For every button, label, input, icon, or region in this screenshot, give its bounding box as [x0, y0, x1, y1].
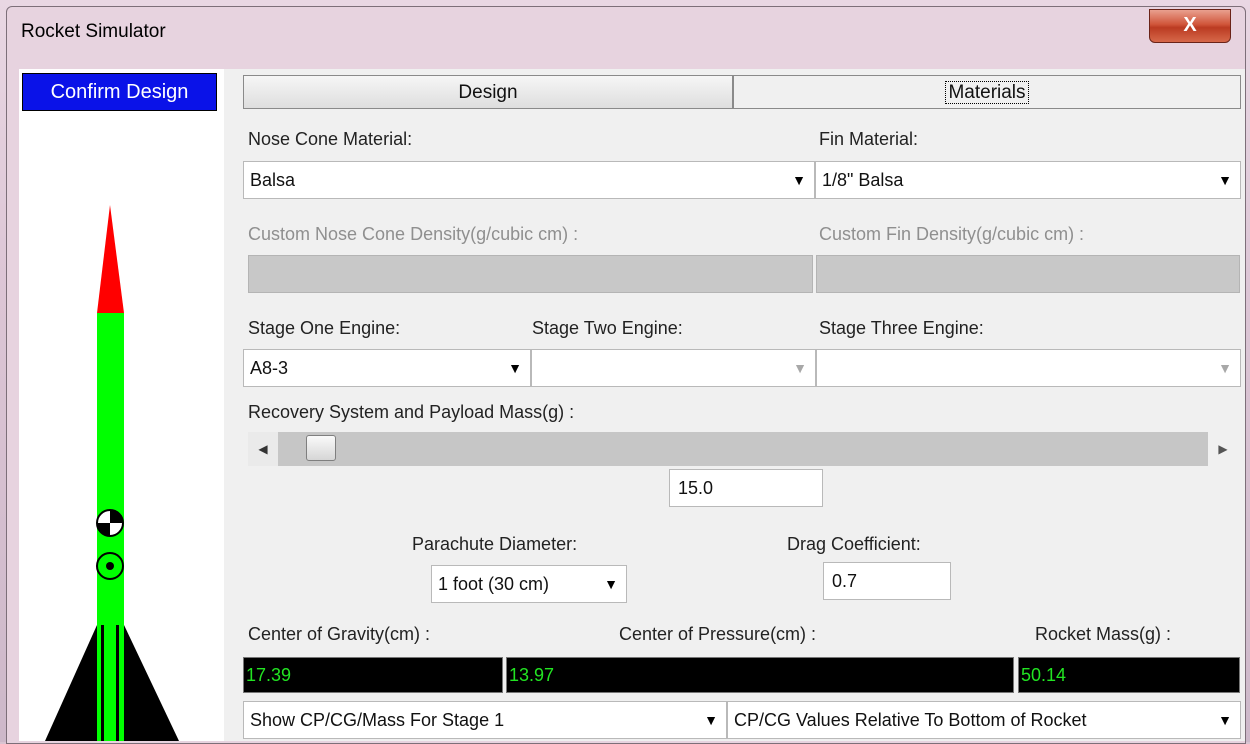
- close-button[interactable]: X: [1149, 9, 1231, 43]
- reference-point-value: CP/CG Values Relative To Bottom of Rocke…: [734, 710, 1087, 730]
- custom-fin-density-field[interactable]: [816, 255, 1240, 293]
- fin-material-label: Fin Material:: [819, 129, 919, 149]
- nose-cone-material-label: Nose Cone Material:: [248, 129, 413, 149]
- stage-two-engine-select[interactable]: ▼: [531, 349, 816, 387]
- fin-center-line-right: [116, 625, 119, 741]
- custom-nose-density-label: Custom Nose Cone Density(g/cubic cm) :: [248, 224, 579, 244]
- stage-display-value: Show CP/CG/Mass For Stage 1: [250, 710, 505, 730]
- window-client-area: Confirm Design Design Materials Nose Con…: [19, 69, 1245, 741]
- fin-right: [124, 625, 179, 741]
- stage-one-engine-value: A8-3: [250, 358, 289, 378]
- scroll-left-icon[interactable]: ◀: [248, 432, 278, 466]
- parachute-diameter-value: 1 foot (30 cm): [438, 574, 550, 594]
- chevron-down-icon: ▼: [1218, 172, 1232, 188]
- chevron-down-icon: ▼: [604, 576, 618, 592]
- custom-fin-density-label: Custom Fin Density(g/cubic cm) :: [819, 224, 1085, 244]
- stage-one-engine-label: Stage One Engine:: [248, 318, 401, 338]
- stage-three-engine-label: Stage Three Engine:: [819, 318, 984, 338]
- center-of-gravity-output: 17.39: [243, 657, 503, 693]
- nose-cone-material-select[interactable]: Balsa ▼: [243, 161, 815, 199]
- scroll-right-icon[interactable]: ▶: [1208, 432, 1238, 466]
- rocket-mass-label: Rocket Mass(g) :: [1035, 624, 1172, 644]
- parachute-diameter-label: Parachute Diameter:: [412, 534, 578, 554]
- parachute-diameter-select[interactable]: 1 foot (30 cm) ▼: [431, 565, 627, 603]
- center-of-pressure-label: Center of Pressure(cm) :: [619, 624, 817, 644]
- title-bar[interactable]: Rocket Simulator X: [7, 7, 1245, 63]
- rocket-preview-panel: Confirm Design: [19, 69, 224, 741]
- drag-coefficient-field[interactable]: 0.7: [823, 562, 951, 600]
- chevron-down-icon: ▼: [793, 360, 807, 376]
- fin-center-line-left: [101, 625, 104, 741]
- recovery-mass-slider[interactable]: ◀ ▶: [248, 432, 1238, 466]
- confirm-design-button[interactable]: Confirm Design: [22, 73, 217, 111]
- nose-cone-material-value: Balsa: [250, 170, 296, 190]
- center-of-gravity-label: Center of Gravity(cm) :: [248, 624, 431, 644]
- stage-three-engine-select[interactable]: ▼: [816, 349, 1241, 387]
- stage-one-engine-select[interactable]: A8-3 ▼: [243, 349, 531, 387]
- chevron-down-icon: ▼: [1218, 360, 1232, 376]
- stage-display-select[interactable]: Show CP/CG/Mass For Stage 1 ▼: [243, 701, 727, 739]
- stage-two-engine-label: Stage Two Engine:: [532, 318, 683, 338]
- center-of-pressure-output: 13.97: [506, 657, 1014, 693]
- chevron-down-icon: ▼: [704, 712, 718, 728]
- rocket-simulator-window: Rocket Simulator X Confirm Design Design…: [6, 6, 1246, 744]
- fin-left: [45, 625, 97, 741]
- drag-coefficient-label: Drag Coefficient:: [787, 534, 921, 554]
- tab-materials-label: Materials: [945, 81, 1029, 104]
- custom-nose-density-field[interactable]: [248, 255, 813, 293]
- slider-thumb[interactable]: [306, 435, 336, 461]
- tab-design-label: Design: [458, 82, 518, 103]
- rocket-diagram: [45, 205, 179, 741]
- fin-material-select[interactable]: 1/8" Balsa ▼: [815, 161, 1241, 199]
- recovery-mass-label: Recovery System and Payload Mass(g) :: [248, 402, 575, 422]
- tab-materials[interactable]: Materials: [733, 75, 1241, 109]
- reference-point-select[interactable]: CP/CG Values Relative To Bottom of Rocke…: [727, 701, 1241, 739]
- tab-design[interactable]: Design: [243, 75, 733, 109]
- chevron-down-icon: ▼: [508, 360, 522, 376]
- recovery-mass-field[interactable]: 15.0: [669, 469, 823, 507]
- chevron-down-icon: ▼: [1218, 712, 1232, 728]
- fin-material-value: 1/8" Balsa: [822, 170, 904, 190]
- rocket-mass-output: 50.14: [1018, 657, 1240, 693]
- nose-cone: [97, 205, 124, 313]
- center-of-gravity-icon: [96, 509, 124, 537]
- window-title: Rocket Simulator: [21, 21, 166, 42]
- chevron-down-icon: ▼: [792, 172, 806, 188]
